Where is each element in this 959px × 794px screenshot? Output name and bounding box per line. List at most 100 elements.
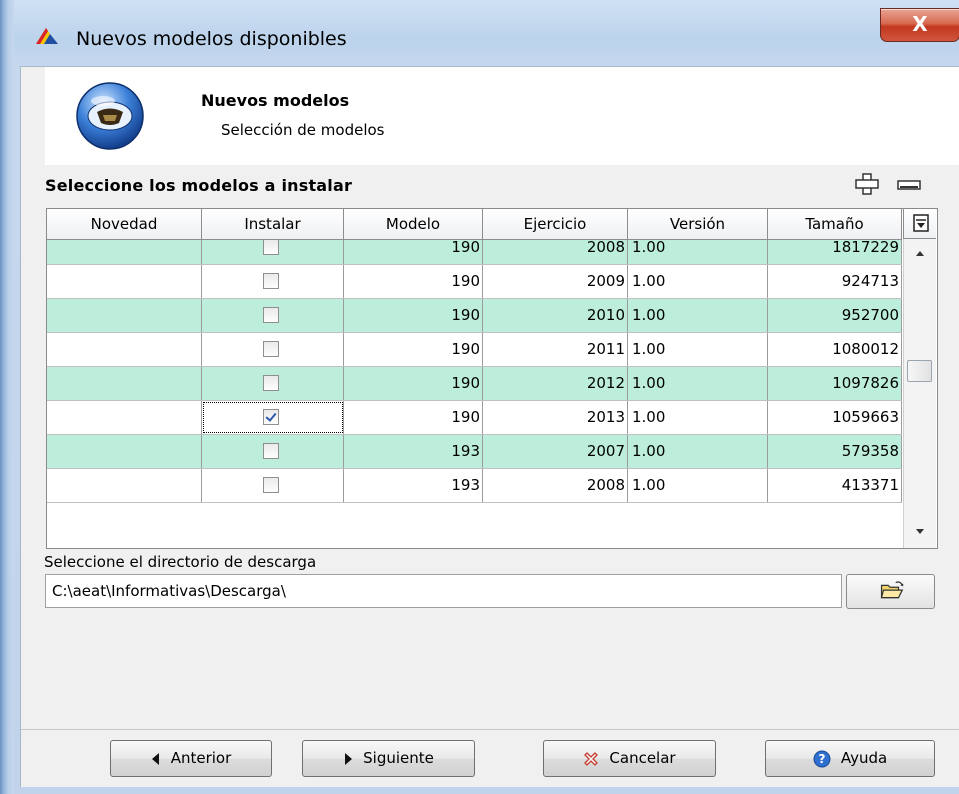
cell-tamano: 413371 (768, 469, 902, 502)
table-row[interactable]: 190 2010 1.00 952700 (47, 299, 902, 333)
cell-instalar[interactable] (202, 367, 344, 400)
aeat-logo-icon (36, 28, 58, 44)
cell-instalar[interactable] (202, 333, 344, 366)
add-icon[interactable] (855, 173, 879, 195)
back-button[interactable]: Anterior (110, 740, 272, 777)
globe-icon (76, 82, 144, 150)
models-table-body: 19020071.00179252119020081.0018172291902… (47, 209, 902, 548)
cancel-x-icon (584, 751, 599, 766)
cell-ejercicio: 2008 (483, 469, 628, 502)
table-row[interactable]: 193 2008 1.00 413371 (47, 469, 902, 503)
help-question-icon: ? (813, 750, 831, 767)
button-bar-separator (21, 729, 959, 730)
table-row[interactable]: 190 2009 1.00 924713 (47, 265, 902, 299)
models-table-header: Novedad Instalar Modelo Ejercicio Versió… (47, 209, 902, 240)
cell-tamano: 1097826 (768, 367, 902, 400)
install-checkbox[interactable] (263, 375, 279, 391)
cell-instalar[interactable] (202, 299, 344, 332)
install-checkbox[interactable] (263, 341, 279, 357)
cell-novedad (47, 265, 202, 298)
cell-instalar[interactable] (202, 435, 344, 468)
cell-version: 1.00 (628, 469, 768, 502)
cell-modelo: 193 (344, 435, 483, 468)
cell-tamano: 924713 (768, 265, 902, 298)
remove-icon[interactable] (897, 177, 921, 193)
cell-novedad (47, 435, 202, 468)
cell-ejercicio: 2007 (483, 435, 628, 468)
dialog-content: Nuevos modelos Selección de modelos Sele… (20, 66, 959, 787)
cell-ejercicio: 2012 (483, 367, 628, 400)
next-button-label: Siguiente (363, 749, 434, 767)
scroll-down-arrow-icon[interactable] (916, 529, 924, 534)
download-dir-label: Seleccione el directorio de descarga (44, 553, 317, 571)
cell-modelo: 190 (344, 367, 483, 400)
cell-ejercicio: 2011 (483, 333, 628, 366)
cancel-button[interactable]: Cancelar (543, 740, 716, 777)
cell-ejercicio: 2010 (483, 299, 628, 332)
column-menu-icon (913, 214, 929, 232)
column-header-ejercicio[interactable]: Ejercicio (483, 209, 628, 239)
next-button[interactable]: Siguiente (302, 740, 475, 777)
table-row[interactable]: 190 2013 1.00 1059663 (47, 401, 902, 435)
install-checkbox[interactable] (263, 273, 279, 289)
cell-version: 1.00 (628, 435, 768, 468)
svg-text:?: ? (818, 752, 825, 766)
window-title: Nuevos modelos disponibles (76, 28, 347, 50)
title-bar[interactable]: Nuevos modelos disponibles X (14, 0, 959, 66)
cell-version: 1.00 (628, 401, 768, 434)
right-arrow-icon (345, 752, 353, 765)
column-control-button[interactable] (903, 209, 936, 239)
cell-ejercicio: 2013 (483, 401, 628, 434)
wizard-header: Nuevos modelos Selección de modelos (45, 67, 959, 165)
cell-novedad (47, 333, 202, 366)
cell-instalar[interactable] (202, 401, 344, 434)
install-checkbox[interactable] (263, 477, 279, 493)
window-left-edge (0, 0, 14, 794)
install-checkbox[interactable] (263, 409, 279, 425)
column-header-instalar[interactable]: Instalar (202, 209, 344, 239)
cell-tamano: 1080012 (768, 333, 902, 366)
cell-tamano: 579358 (768, 435, 902, 468)
close-button[interactable]: X (880, 8, 959, 42)
cell-instalar[interactable] (202, 265, 344, 298)
back-button-label: Anterior (170, 749, 232, 767)
cell-novedad (47, 401, 202, 434)
vertical-scrollbar[interactable] (903, 239, 936, 548)
install-checkbox[interactable] (263, 443, 279, 459)
download-dir-input[interactable] (45, 574, 842, 608)
cell-modelo: 190 (344, 333, 483, 366)
header-title: Nuevos modelos (201, 91, 350, 110)
cell-version: 1.00 (628, 367, 768, 400)
column-header-version[interactable]: Versión (628, 209, 768, 239)
cell-modelo: 190 (344, 265, 483, 298)
models-table: 19020071.00179252119020081.0018172291902… (46, 208, 938, 549)
open-folder-icon (880, 581, 904, 599)
models-section-label: Seleccione los modelos a instalar (45, 176, 353, 195)
cell-modelo: 190 (344, 299, 483, 332)
scroll-up-arrow-icon[interactable] (916, 251, 924, 256)
cell-modelo: 193 (344, 469, 483, 502)
models-table-rows: 19020071.00179252119020081.0018172291902… (47, 209, 902, 503)
install-checkbox[interactable] (263, 239, 279, 255)
table-row[interactable]: 190 2012 1.00 1097826 (47, 367, 902, 401)
install-checkbox[interactable] (263, 307, 279, 323)
cell-ejercicio: 2009 (483, 265, 628, 298)
cell-version: 1.00 (628, 265, 768, 298)
cell-version: 1.00 (628, 299, 768, 332)
scrollbar-thumb[interactable] (907, 360, 932, 382)
cell-modelo: 190 (344, 401, 483, 434)
browse-folder-button[interactable] (846, 574, 935, 609)
cancel-button-label: Cancelar (609, 749, 676, 767)
help-button[interactable]: ? Ayuda (765, 740, 935, 777)
column-header-tamano[interactable]: Tamaño (768, 209, 902, 239)
cell-instalar[interactable] (202, 469, 344, 502)
left-arrow-icon (151, 752, 159, 765)
cell-tamano: 952700 (768, 299, 902, 332)
table-row[interactable]: 193 2007 1.00 579358 (47, 435, 902, 469)
column-header-novedad[interactable]: Novedad (47, 209, 202, 239)
cell-novedad (47, 299, 202, 332)
table-row[interactable]: 190 2011 1.00 1080012 (47, 333, 902, 367)
column-header-modelo[interactable]: Modelo (344, 209, 483, 239)
cell-novedad (47, 469, 202, 502)
header-subtitle: Selección de modelos (221, 121, 385, 139)
